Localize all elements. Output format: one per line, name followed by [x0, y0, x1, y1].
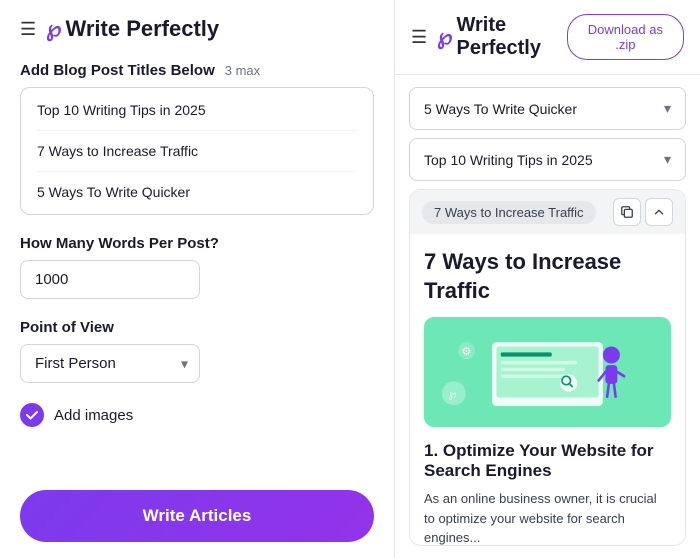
right-panel: ☰ ℘ Write Perfectly Download as .zip 5 W… [395, 0, 700, 558]
article-card: 7 Ways to Increase Traffic [409, 189, 686, 546]
titles-section-label: Add Blog Post Titles Below 3 max [20, 62, 374, 79]
dropdown-arrow-1-icon: ▾ [664, 100, 671, 117]
title-item-2[interactable]: 7 Ways to Increase Traffic [37, 143, 357, 172]
right-content: 5 Ways To Write Quicker ▾ Top 10 Writing… [395, 75, 700, 558]
article-card-header: 7 Ways to Increase Traffic [410, 190, 685, 234]
right-header: ☰ ℘ Write Perfectly Download as .zip [395, 0, 700, 75]
write-articles-button[interactable]: Write Articles [20, 490, 374, 542]
left-panel: ☰ ℘ Write Perfectly Add Blog Post Titles… [0, 0, 395, 558]
dropdown-row-2[interactable]: Top 10 Writing Tips in 2025 ▾ [409, 138, 686, 181]
right-logo-text: Write Perfectly [456, 14, 566, 60]
left-header: ☰ ℘ Write Perfectly [20, 16, 374, 42]
dropdown-arrow-2-icon: ▾ [664, 151, 671, 168]
checkbox-checked-icon[interactable] [20, 403, 44, 427]
article-tag: 7 Ways to Increase Traffic [422, 201, 596, 224]
left-logo: ℘ Write Perfectly [46, 16, 219, 42]
logo-icon: ℘ [46, 16, 61, 42]
words-input[interactable] [20, 260, 200, 299]
titles-section: Add Blog Post Titles Below 3 max Top 10 … [20, 62, 374, 215]
pov-select-wrapper: First Person Second Person Third Person … [20, 344, 200, 383]
copy-button[interactable] [613, 198, 641, 226]
pov-select[interactable]: First Person Second Person Third Person [20, 344, 200, 383]
article-section-title: 1. Optimize Your Website for Search Engi… [424, 441, 671, 481]
article-image: ℘ ⚙ [424, 317, 671, 427]
dropdown-row-1[interactable]: 5 Ways To Write Quicker ▾ [409, 87, 686, 130]
max-badge: 3 max [225, 63, 260, 78]
logo-text: Write Perfectly [65, 16, 219, 42]
title-item-1[interactable]: Top 10 Writing Tips in 2025 [37, 102, 357, 131]
titles-label-text: Add Blog Post Titles Below [20, 62, 215, 79]
add-images-row[interactable]: Add images [20, 403, 374, 427]
add-images-label: Add images [54, 407, 133, 424]
hamburger-icon[interactable]: ☰ [20, 19, 36, 40]
titles-box: Top 10 Writing Tips in 2025 7 Ways to In… [20, 87, 374, 215]
words-section: How Many Words Per Post? [20, 235, 374, 299]
right-logo: ℘ Write Perfectly [437, 14, 567, 60]
svg-text:⚙: ⚙ [461, 346, 471, 358]
card-actions [613, 198, 673, 226]
title-item-3[interactable]: 5 Ways To Write Quicker [37, 184, 357, 200]
right-hamburger-icon[interactable]: ☰ [411, 27, 427, 48]
words-label: How Many Words Per Post? [20, 235, 374, 252]
dropdown-label-2: Top 10 Writing Tips in 2025 [424, 152, 593, 168]
right-header-left: ☰ ℘ Write Perfectly [411, 14, 567, 60]
dropdown-label-1: 5 Ways To Write Quicker [424, 101, 577, 117]
article-body-text: As an online business owner, it is cruci… [424, 489, 671, 546]
download-button[interactable]: Download as .zip [567, 14, 684, 60]
pov-label: Point of View [20, 319, 374, 336]
pov-section: Point of View First Person Second Person… [20, 319, 374, 383]
collapse-button[interactable] [645, 198, 673, 226]
article-body: 7 Ways to Increase Traffic [410, 234, 685, 546]
svg-text:℘: ℘ [449, 389, 457, 401]
right-logo-icon: ℘ [437, 24, 452, 50]
article-title: 7 Ways to Increase Traffic [424, 248, 671, 305]
